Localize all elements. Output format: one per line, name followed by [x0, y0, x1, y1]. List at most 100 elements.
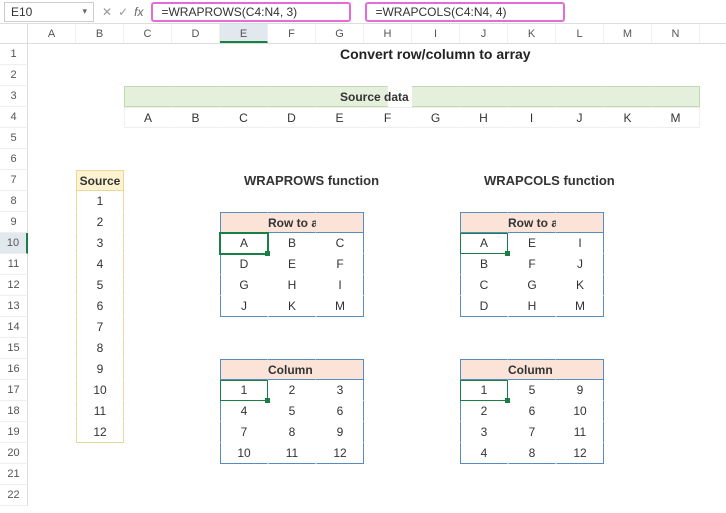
row-header[interactable]: 18 — [0, 401, 28, 422]
cell[interactable]: 12 — [76, 422, 124, 443]
cell[interactable]: Row to array — [268, 212, 316, 233]
accept-icon[interactable]: ✓ — [118, 5, 128, 19]
cell[interactable] — [268, 86, 316, 107]
cell[interactable] — [364, 128, 412, 149]
cell[interactable] — [76, 65, 124, 86]
cell[interactable] — [604, 149, 652, 170]
cell[interactable] — [460, 149, 508, 170]
cell[interactable]: 11 — [556, 422, 604, 443]
cell[interactable]: B — [172, 107, 220, 128]
cell[interactable] — [604, 422, 652, 443]
col-header[interactable]: I — [412, 24, 460, 43]
row-header[interactable]: 12 — [0, 275, 28, 296]
row-header[interactable]: 5 — [0, 128, 28, 149]
cell[interactable] — [28, 443, 76, 464]
cell[interactable] — [316, 485, 364, 506]
cell[interactable] — [460, 464, 508, 485]
cell[interactable] — [268, 485, 316, 506]
cell[interactable] — [220, 464, 268, 485]
row-header[interactable]: 15 — [0, 338, 28, 359]
cell[interactable] — [604, 359, 652, 380]
cell[interactable] — [604, 233, 652, 254]
col-header[interactable]: D — [172, 24, 220, 43]
cell[interactable] — [412, 485, 460, 506]
cell[interactable] — [28, 44, 76, 65]
row-header[interactable]: 17 — [0, 380, 28, 401]
cell[interactable] — [364, 485, 412, 506]
cell[interactable] — [220, 212, 268, 233]
col-header[interactable]: M — [604, 24, 652, 43]
cell[interactable] — [268, 464, 316, 485]
cell[interactable]: 9 — [316, 422, 364, 443]
cell[interactable] — [220, 86, 268, 107]
cell[interactable] — [604, 128, 652, 149]
row-header[interactable]: 7 — [0, 170, 28, 191]
cell[interactable]: 4 — [460, 443, 508, 464]
cell[interactable]: H — [460, 107, 508, 128]
cell[interactable]: 10 — [556, 401, 604, 422]
cell[interactable] — [28, 275, 76, 296]
cell[interactable] — [412, 128, 460, 149]
cell[interactable] — [556, 128, 604, 149]
cell[interactable] — [652, 128, 700, 149]
cell[interactable] — [172, 65, 220, 86]
col-header[interactable]: N — [652, 24, 700, 43]
cell[interactable] — [652, 233, 700, 254]
cell[interactable] — [460, 86, 508, 107]
cell[interactable] — [124, 359, 172, 380]
cell[interactable] — [604, 275, 652, 296]
cell[interactable] — [652, 44, 700, 65]
cell[interactable]: 4 — [220, 401, 268, 422]
col-header[interactable]: A — [28, 24, 76, 43]
col-header[interactable]: E — [220, 24, 268, 43]
col-header[interactable]: B — [76, 24, 124, 43]
cell[interactable] — [28, 212, 76, 233]
cell[interactable] — [604, 380, 652, 401]
cell[interactable]: 3 — [316, 380, 364, 401]
cell[interactable] — [652, 275, 700, 296]
cell[interactable] — [316, 212, 364, 233]
cell[interactable] — [412, 338, 460, 359]
cell[interactable] — [412, 65, 460, 86]
cell[interactable] — [508, 149, 556, 170]
cell[interactable] — [28, 422, 76, 443]
cell[interactable] — [412, 443, 460, 464]
cell[interactable] — [172, 485, 220, 506]
cell[interactable] — [220, 485, 268, 506]
cancel-icon[interactable]: ✕ — [102, 5, 112, 19]
cell[interactable] — [172, 170, 220, 191]
cell[interactable]: 3 — [460, 422, 508, 443]
cell[interactable] — [460, 485, 508, 506]
cell[interactable] — [268, 65, 316, 86]
cell[interactable] — [76, 443, 124, 464]
cell[interactable]: M — [316, 296, 364, 317]
row-header[interactable]: 11 — [0, 254, 28, 275]
cell[interactable]: 1 — [220, 380, 268, 401]
cell[interactable] — [124, 338, 172, 359]
cell[interactable]: I — [508, 107, 556, 128]
cell[interactable] — [460, 44, 508, 65]
cell[interactable] — [556, 212, 604, 233]
cell[interactable] — [604, 170, 652, 191]
cell[interactable]: D — [268, 107, 316, 128]
cell[interactable]: WRAPROWS function — [244, 170, 292, 191]
cell[interactable] — [268, 149, 316, 170]
cell[interactable] — [124, 275, 172, 296]
cell[interactable] — [76, 128, 124, 149]
cell[interactable] — [508, 128, 556, 149]
cell[interactable] — [124, 65, 172, 86]
cell[interactable] — [76, 44, 124, 65]
cell[interactable] — [172, 464, 220, 485]
cell[interactable] — [556, 191, 604, 212]
cell[interactable] — [604, 338, 652, 359]
col-header[interactable]: L — [556, 24, 604, 43]
cell[interactable] — [172, 44, 220, 65]
cell[interactable]: H — [508, 296, 556, 317]
cell[interactable]: 8 — [268, 422, 316, 443]
cell[interactable] — [652, 338, 700, 359]
cell[interactable] — [76, 107, 124, 128]
cell[interactable]: E — [508, 233, 556, 254]
cell[interactable] — [316, 359, 364, 380]
cell[interactable]: 2 — [268, 380, 316, 401]
cell[interactable]: B — [268, 233, 316, 254]
